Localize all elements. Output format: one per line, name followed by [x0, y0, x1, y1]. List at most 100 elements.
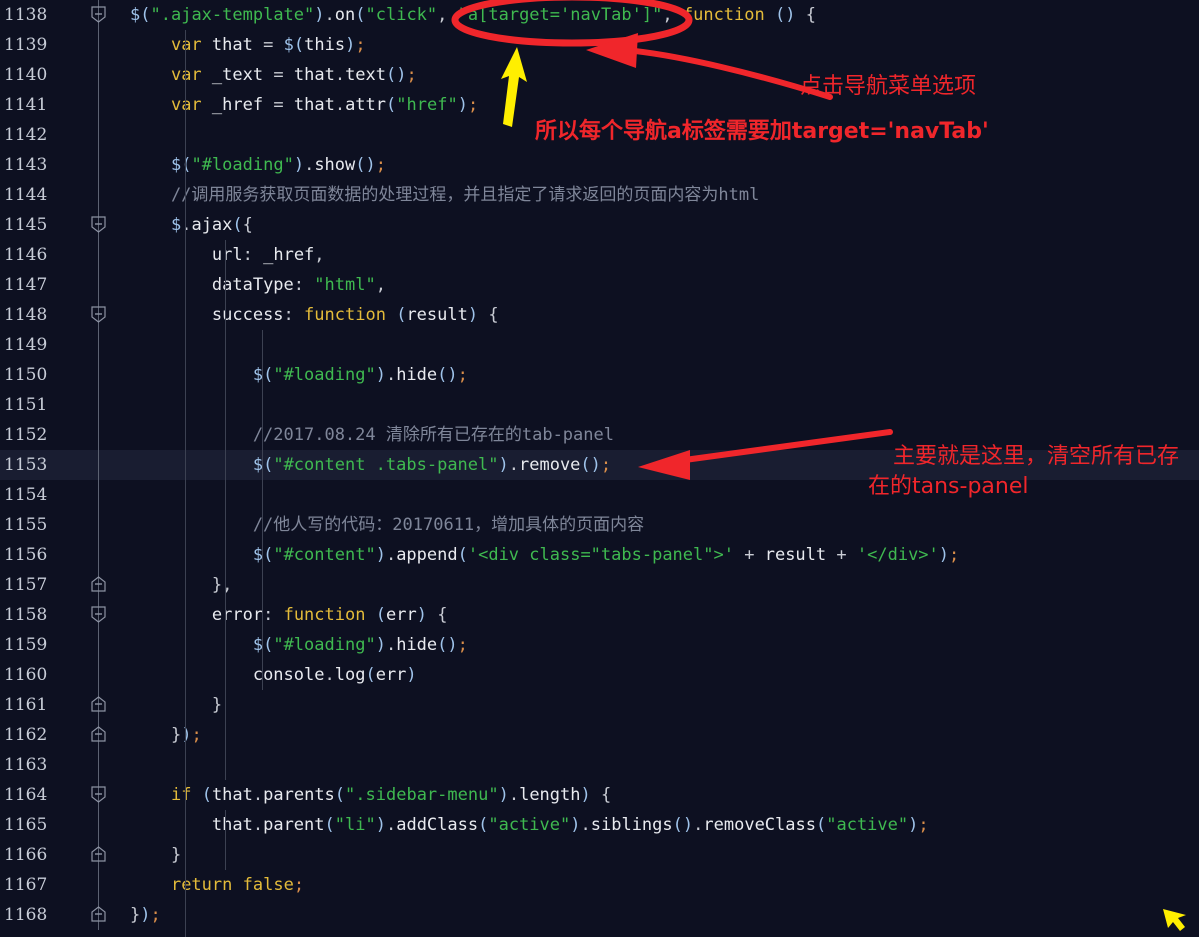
- code-line-row[interactable]: 1161 }: [0, 690, 1199, 720]
- code-line-row[interactable]: 1162 });: [0, 720, 1199, 750]
- fold-expand-icon[interactable]: [91, 846, 106, 863]
- fold-column[interactable]: [88, 540, 110, 570]
- code-text[interactable]: return false;: [130, 870, 1199, 900]
- fold-expand-icon[interactable]: [91, 696, 106, 713]
- code-line-row[interactable]: 1158 error: function (err) {: [0, 600, 1199, 630]
- fold-column[interactable]: [88, 210, 110, 240]
- fold-collapse-icon[interactable]: [91, 216, 106, 233]
- code-line-row[interactable]: 1146 url: _href,: [0, 240, 1199, 270]
- fold-column[interactable]: [88, 720, 110, 750]
- code-text[interactable]: },: [130, 570, 1199, 600]
- code-text[interactable]: //2017.08.24 清除所有已存在的tab-panel: [130, 420, 1199, 450]
- code-text[interactable]: $(".ajax-template").on("click", "a[targe…: [130, 0, 1199, 30]
- code-text[interactable]: url: _href,: [130, 240, 1199, 270]
- code-text[interactable]: //他人写的代码：20170611，增加具体的页面内容: [130, 510, 1199, 540]
- fold-column[interactable]: [88, 450, 110, 480]
- code-text[interactable]: }: [130, 690, 1199, 720]
- code-text[interactable]: success: function (result) {: [130, 300, 1199, 330]
- code-text[interactable]: if (that.parents(".sidebar-menu").length…: [130, 780, 1199, 810]
- code-line-row[interactable]: 1141 var _href = that.attr("href");: [0, 90, 1199, 120]
- fold-column[interactable]: [88, 60, 110, 90]
- code-line-row[interactable]: 1139 var that = $(this);: [0, 30, 1199, 60]
- code-text[interactable]: $("#loading").hide();: [130, 360, 1199, 390]
- code-line-row[interactable]: 1142: [0, 120, 1199, 150]
- fold-collapse-icon[interactable]: [91, 306, 106, 323]
- fold-column[interactable]: [88, 330, 110, 360]
- fold-collapse-icon[interactable]: [91, 6, 106, 23]
- code-text[interactable]: error: function (err) {: [130, 600, 1199, 630]
- code-text[interactable]: var that = $(this);: [130, 30, 1199, 60]
- code-line-row[interactable]: 1149: [0, 330, 1199, 360]
- fold-column[interactable]: [88, 240, 110, 270]
- fold-column[interactable]: [88, 870, 110, 900]
- code-text[interactable]: }: [130, 840, 1199, 870]
- fold-expand-icon[interactable]: [91, 906, 106, 923]
- fold-column[interactable]: [88, 600, 110, 630]
- code-text[interactable]: //调用服务获取页面数据的处理过程，并且指定了请求返回的页面内容为html: [130, 180, 1199, 210]
- code-line-row[interactable]: 1164 if (that.parents(".sidebar-menu").l…: [0, 780, 1199, 810]
- code-text[interactable]: that.parent("li").addClass("active").sib…: [130, 810, 1199, 840]
- fold-column[interactable]: [88, 690, 110, 720]
- code-line-row[interactable]: 1153 $("#content .tabs-panel").remove();: [0, 450, 1199, 480]
- fold-column[interactable]: [88, 660, 110, 690]
- code-text[interactable]: $.ajax({: [130, 210, 1199, 240]
- code-line-row[interactable]: 1156 $("#content").append('<div class="t…: [0, 540, 1199, 570]
- code-line-row[interactable]: 1138 $(".ajax-template").on("click", "a[t…: [0, 0, 1199, 30]
- code-text[interactable]: var _href = that.attr("href");: [130, 90, 1199, 120]
- line-number: 1145: [4, 215, 48, 235]
- fold-column[interactable]: [88, 150, 110, 180]
- fold-expand-icon[interactable]: [91, 726, 106, 743]
- fold-column[interactable]: [88, 840, 110, 870]
- code-line-row[interactable]: 1150 $("#loading").hide();: [0, 360, 1199, 390]
- fold-column[interactable]: [88, 270, 110, 300]
- code-line-row[interactable]: 1143 $("#loading").show();: [0, 150, 1199, 180]
- fold-column[interactable]: [88, 570, 110, 600]
- fold-column[interactable]: [88, 810, 110, 840]
- code-line-row[interactable]: 1160 console.log(err): [0, 660, 1199, 690]
- fold-column[interactable]: [88, 180, 110, 210]
- code-line-row[interactable]: 1152 //2017.08.24 清除所有已存在的tab-panel: [0, 420, 1199, 450]
- code-line-row[interactable]: 1165 that.parent("li").addClass("active"…: [0, 810, 1199, 840]
- fold-column[interactable]: [88, 30, 110, 60]
- fold-column[interactable]: [88, 90, 110, 120]
- code-line-row[interactable]: 1144 //调用服务获取页面数据的处理过程，并且指定了请求返回的页面内容为ht…: [0, 180, 1199, 210]
- fold-column[interactable]: [88, 750, 110, 780]
- code-line-row[interactable]: 1167 return false;: [0, 870, 1199, 900]
- fold-column[interactable]: [88, 0, 110, 30]
- fold-column[interactable]: [88, 780, 110, 810]
- fold-column[interactable]: [88, 510, 110, 540]
- code-line-row[interactable]: 1151: [0, 390, 1199, 420]
- code-line-row[interactable]: 1168});: [0, 900, 1199, 930]
- code-line-row[interactable]: 1157 },: [0, 570, 1199, 600]
- code-text[interactable]: $("#loading").show();: [130, 150, 1199, 180]
- code-line-row[interactable]: 1163: [0, 750, 1199, 780]
- code-text[interactable]: $("#content").append('<div class="tabs-p…: [130, 540, 1199, 570]
- code-line-row[interactable]: 1147 dataType: "html",: [0, 270, 1199, 300]
- fold-column[interactable]: [88, 120, 110, 150]
- fold-column[interactable]: [88, 630, 110, 660]
- fold-column[interactable]: [88, 480, 110, 510]
- code-text[interactable]: dataType: "html",: [130, 270, 1199, 300]
- code-line-row[interactable]: 1145 $.ajax({: [0, 210, 1199, 240]
- code-text[interactable]: });: [130, 720, 1199, 750]
- code-text[interactable]: var _text = that.text();: [130, 60, 1199, 90]
- code-text[interactable]: $("#content .tabs-panel").remove();: [130, 450, 1199, 480]
- code-line-row[interactable]: 1159 $("#loading").hide();: [0, 630, 1199, 660]
- code-text[interactable]: });: [130, 900, 1199, 930]
- fold-collapse-icon[interactable]: [91, 786, 106, 803]
- fold-column[interactable]: [88, 390, 110, 420]
- fold-collapse-icon[interactable]: [91, 606, 106, 623]
- code-line-row[interactable]: 1154: [0, 480, 1199, 510]
- code-text[interactable]: console.log(err): [130, 660, 1199, 690]
- code-line-row[interactable]: 1148 success: function (result) {: [0, 300, 1199, 330]
- fold-expand-icon[interactable]: [91, 576, 106, 593]
- code-text[interactable]: $("#loading").hide();: [130, 630, 1199, 660]
- code-line-row[interactable]: 1166 }: [0, 840, 1199, 870]
- fold-column[interactable]: [88, 420, 110, 450]
- code-editor-area[interactable]: 1138 $(".ajax-template").on("click", "a[t…: [0, 0, 1199, 937]
- fold-column[interactable]: [88, 300, 110, 330]
- code-line-row[interactable]: 1155 //他人写的代码：20170611，增加具体的页面内容: [0, 510, 1199, 540]
- fold-column[interactable]: [88, 360, 110, 390]
- fold-column[interactable]: [88, 900, 110, 930]
- code-line-row[interactable]: 1140 var _text = that.text();: [0, 60, 1199, 90]
